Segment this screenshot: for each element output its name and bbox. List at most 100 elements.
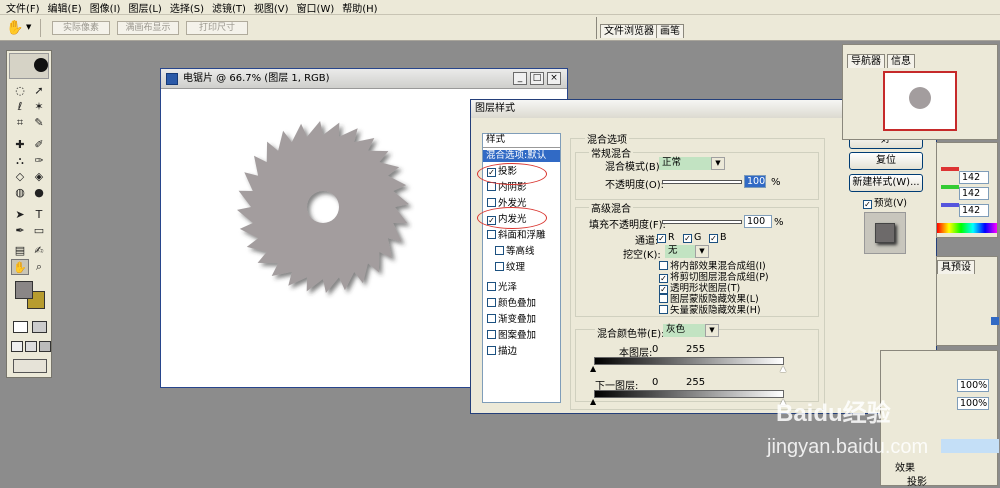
checkbox-icon[interactable]: ✓ [709,234,718,243]
tab-file-browser[interactable]: 文件浏览器 [600,24,658,38]
maximize-icon[interactable]: □ [530,72,544,85]
green-slider[interactable] [941,185,959,189]
checkbox-icon[interactable]: ✓ [657,234,666,243]
menu-view[interactable]: 视图(V) [250,0,293,15]
type-icon[interactable]: T [30,207,48,223]
screen-mode-full-menu-icon[interactable] [25,341,37,352]
crop-icon[interactable]: ⌗ [11,115,29,131]
menu-edit[interactable]: 编辑(E) [44,0,86,15]
color-ramp[interactable] [937,223,997,233]
jump-to-imageready-icon[interactable] [13,359,47,373]
menu-help[interactable]: 帮助(H) [338,0,381,15]
opacity-percent-input[interactable]: 100% [957,379,989,392]
underlying-layer-gradient[interactable] [594,390,784,398]
triangle-slider-icon[interactable]: ▲ [590,397,596,406]
option-vector-mask-hides[interactable]: 矢量蒙版隐藏效果(H) [659,302,761,316]
lasso-icon[interactable]: ℓ [11,99,29,115]
tab-navigator[interactable]: 导航器 [847,54,885,68]
pen-icon[interactable]: ✒ [11,223,29,239]
tab-styles-presets[interactable]: 具预设 [937,260,975,274]
hand-icon[interactable]: ✋ [11,259,29,275]
checkbox-icon[interactable] [487,282,496,291]
menu-select[interactable]: 选择(S) [166,0,208,15]
quick-mask-icon[interactable] [32,321,47,333]
new-style-button[interactable]: 新建样式(W)... [849,174,923,192]
fill-opacity-slider[interactable] [662,220,742,224]
blend-mode-select[interactable]: 正常 ▼ [659,157,725,170]
reset-button[interactable]: 复位 [849,152,923,170]
checkbox-icon[interactable] [487,298,496,307]
opacity-input[interactable]: 100 [744,175,766,188]
close-icon[interactable]: × [547,72,561,85]
actual-pixels-button[interactable]: 实际像素 [52,21,110,35]
style-item-gradient-overlay[interactable]: 渐变叠加 [483,314,560,326]
green-value[interactable]: 142 [959,187,989,200]
blue-slider[interactable] [941,203,959,207]
zoom-icon[interactable]: ⌕ [30,259,48,275]
checkbox-icon[interactable] [495,246,504,255]
menu-image[interactable]: 图像(I) [86,0,125,15]
preview-checkbox[interactable]: ✓ 预览(V) [863,195,907,209]
scrollbar[interactable] [991,317,999,325]
history-brush-icon[interactable]: ✑ [30,153,48,169]
fill-opacity-input[interactable]: 100 [744,215,772,228]
notes-icon[interactable]: ▤ [11,243,29,259]
slice-icon[interactable]: ✎ [30,115,48,131]
paint-bucket-icon[interactable]: ◈ [30,169,48,185]
checkbox-icon[interactable] [495,262,504,271]
checkbox-icon[interactable] [487,198,496,207]
shape-icon[interactable]: ▭ [30,223,48,239]
tab-info[interactable]: 信息 [887,54,915,68]
move-icon[interactable]: ➚ [30,83,48,99]
clone-stamp-icon[interactable]: ⛬ [11,153,29,169]
channel-b-checkbox[interactable]: ✓ B [709,232,727,243]
triangle-slider-icon[interactable]: ▲ [780,364,786,373]
checkbox-icon[interactable] [487,346,496,355]
styles-header[interactable]: 样式 [483,134,560,148]
style-item-blending-options[interactable]: 混合选项:默认 [483,150,560,162]
tool-preset-dropdown-icon[interactable]: ▼ [26,23,31,31]
style-item-satin[interactable]: 光泽 [483,282,560,294]
triangle-slider-icon[interactable]: ▲ [590,364,596,373]
channel-g-checkbox[interactable]: ✓ G [683,232,701,243]
opacity-slider[interactable] [662,180,742,184]
magic-wand-icon[interactable]: ✶ [30,99,48,115]
brush-icon[interactable]: ✐ [30,137,48,153]
knockout-select[interactable]: 无 ▼ [665,245,709,258]
this-layer-gradient[interactable] [594,357,784,365]
menu-layer[interactable]: 图层(L) [124,0,165,15]
layer-row-selected[interactable] [941,439,999,453]
navigator-thumbnail[interactable] [883,71,957,131]
marquee-icon[interactable]: ◌ [11,83,29,99]
checkbox-icon[interactable] [659,305,668,314]
screen-mode-full-icon[interactable] [39,341,51,352]
standard-mode-icon[interactable] [13,321,28,333]
fit-on-screen-button[interactable]: 满画布显示 [117,21,179,35]
style-item-bevel-emboss[interactable]: 斜面和浮雕 [483,230,560,242]
menu-file[interactable]: 文件(F) [2,0,44,15]
red-value[interactable]: 142 [959,171,989,184]
checkbox-icon[interactable] [487,330,496,339]
checkbox-icon[interactable]: ✓ [683,234,692,243]
hand-tool-icon[interactable]: ✋ [6,20,23,36]
blur-icon[interactable]: ◍ [11,185,29,201]
document-titlebar[interactable]: 电锯片 @ 66.7% (图层 1, RGB) [161,69,567,89]
tab-brushes[interactable]: 画笔 [656,24,684,38]
screen-mode-standard-icon[interactable] [11,341,23,352]
channel-r-checkbox[interactable]: ✓ R [657,232,675,243]
style-item-stroke[interactable]: 描边 [483,346,560,358]
red-slider[interactable] [941,167,959,171]
menu-window[interactable]: 窗口(W) [293,0,339,15]
checkbox-icon[interactable] [487,314,496,323]
checkbox-icon[interactable] [487,230,496,239]
adobe-logo-icon[interactable] [9,53,49,79]
eyedropper-icon[interactable]: ✍ [30,243,48,259]
minimize-icon[interactable]: _ [513,72,527,85]
style-item-pattern-overlay[interactable]: 图案叠加 [483,330,560,342]
menu-filter[interactable]: 滤镜(T) [208,0,250,15]
style-item-contour[interactable]: 等高线 [483,246,560,258]
fill-percent-input[interactable]: 100% [957,397,989,410]
blend-if-select[interactable]: 灰色 ▼ [663,324,719,337]
path-select-icon[interactable]: ➤ [11,207,29,223]
eraser-icon[interactable]: ◇ [11,169,29,185]
